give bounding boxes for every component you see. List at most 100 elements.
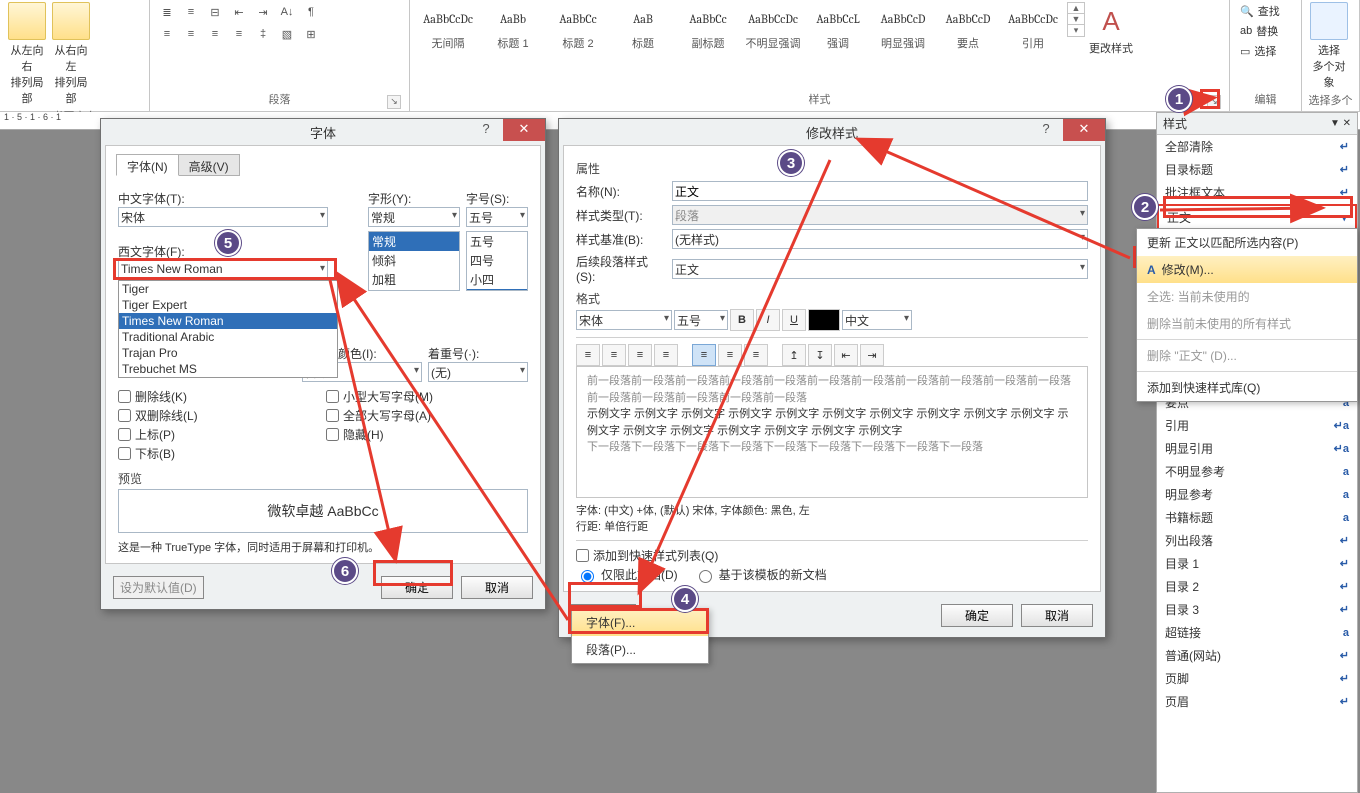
align-right-btn[interactable]: ≡ <box>628 344 652 366</box>
en-font-dropdown[interactable]: TigerTiger ExpertTimes New RomanTraditio… <box>118 280 338 378</box>
change-styles-button[interactable]: A 更改样式 <box>1087 2 1135 56</box>
style-item[interactable]: 引用↵a <box>1157 414 1357 437</box>
borders-icon[interactable]: ⊞ <box>300 24 322 44</box>
style-item[interactable]: 明显引用↵a <box>1157 437 1357 460</box>
tab-font[interactable]: 字体(N) <box>116 154 179 176</box>
format-popup-font[interactable]: 字体(F)... <box>572 609 708 636</box>
replace-button[interactable]: ab替换 <box>1236 22 1284 40</box>
font-ok-button[interactable]: 确定 <box>381 576 453 599</box>
ls-1-btn[interactable]: ≡ <box>692 344 716 366</box>
sort-icon[interactable]: A↓ <box>276 2 298 22</box>
modify-ok-button[interactable]: 确定 <box>941 604 1013 627</box>
outdent-icon[interactable]: ⇤ <box>228 2 250 22</box>
styles-launcher-icon[interactable]: ↘ <box>1207 95 1221 109</box>
sample-lang-combo[interactable]: 中文 <box>842 310 912 330</box>
style-item[interactable]: 目录 1↵ <box>1157 552 1357 575</box>
ltr-button[interactable]: 从左向右排列局部 <box>6 2 48 106</box>
underline-icon[interactable]: U <box>782 309 806 331</box>
sample-font-combo[interactable]: 宋体 <box>576 310 672 330</box>
cn-font-combo[interactable]: 宋体 <box>118 207 328 227</box>
style-item[interactable]: 全部清除↵ <box>1157 135 1357 158</box>
style-item[interactable]: 不明显参考a <box>1157 460 1357 483</box>
style-item[interactable]: 页眉↵ <box>1157 690 1357 713</box>
indent-icon[interactable]: ⇥ <box>252 2 274 22</box>
style-gallery-item[interactable]: AaBbCcL强调 <box>806 2 870 58</box>
next-combo[interactable]: 正文 <box>672 259 1088 279</box>
style-item[interactable]: 明显参考a <box>1157 483 1357 506</box>
style-gallery-item[interactable]: AaBbCc标题 2 <box>546 2 610 58</box>
font-color-icon[interactable] <box>808 309 840 331</box>
modify-dialog-help-icon[interactable]: ? <box>1033 119 1059 141</box>
size-listbox[interactable]: 五号四号小四五号 <box>466 231 528 291</box>
ctx-add-quick[interactable]: 添加到快速样式库(Q) <box>1137 374 1357 401</box>
indent-right-btn[interactable]: ⇥ <box>860 344 884 366</box>
en-font-combo[interactable]: Times New Roman <box>118 260 328 280</box>
align-center-icon[interactable]: ≡ <box>180 24 202 44</box>
style-listbox[interactable]: 常规倾斜加粗 <box>368 231 460 291</box>
style-item[interactable]: 目录标题↵ <box>1157 158 1357 181</box>
show-marks-icon[interactable]: ¶ <box>300 2 322 22</box>
radio-template[interactable]: 基于该模板的新文档 <box>694 566 827 583</box>
style-item[interactable]: 页脚↵ <box>1157 667 1357 690</box>
style-item[interactable]: 列出段落↵ <box>1157 529 1357 552</box>
select-objects-button[interactable]: 选择多个对象 <box>1308 2 1350 90</box>
find-button[interactable]: 🔍查找 <box>1236 2 1284 20</box>
align-right-icon[interactable]: ≡ <box>204 24 226 44</box>
shading-icon[interactable]: ▧ <box>276 24 298 44</box>
chk-subscript[interactable]: 下标(B) <box>118 445 320 462</box>
style-gallery-item[interactable]: AaBbCcDc引用 <box>1001 2 1065 58</box>
line-spacing-icon[interactable]: ‡ <box>252 24 274 44</box>
style-item[interactable]: 目录 2↵ <box>1157 575 1357 598</box>
chk-add-quick[interactable]: 添加到快速样式列表(Q) <box>576 547 1088 564</box>
chk-strikethrough[interactable]: 删除线(K) <box>118 388 320 405</box>
gallery-scroll[interactable]: ▲▼▾ <box>1067 2 1085 37</box>
rtl-button[interactable]: 从右向左排列局部 <box>50 2 92 106</box>
chk-double-strike[interactable]: 双删除线(L) <box>118 407 320 424</box>
style-input[interactable]: 常规 <box>368 207 460 227</box>
chk-all-caps[interactable]: 全部大写字母(A) <box>326 407 528 424</box>
select-button[interactable]: ▭选择 <box>1236 42 1284 60</box>
italic-icon[interactable]: I <box>756 309 780 331</box>
chk-superscript[interactable]: 上标(P) <box>118 426 320 443</box>
style-item[interactable]: 超链接a <box>1157 621 1357 644</box>
indent-left-btn[interactable]: ⇤ <box>834 344 858 366</box>
style-item[interactable]: 批注框文本↵ <box>1157 181 1357 204</box>
style-item[interactable]: 书籍标题a <box>1157 506 1357 529</box>
font-dialog-help-icon[interactable]: ? <box>473 119 499 141</box>
bullets-icon[interactable]: ≣ <box>156 2 178 22</box>
multilevel-icon[interactable]: ⊟ <box>204 2 226 22</box>
styles-gallery[interactable]: AaBbCcDc无间隔AaBb标题 1AaBbCc标题 2AaB标题AaBbCc… <box>416 2 1065 58</box>
font-dialog-close-icon[interactable]: ✕ <box>503 119 545 141</box>
align-center-btn[interactable]: ≡ <box>602 344 626 366</box>
sample-size-combo[interactable]: 五号 <box>674 310 728 330</box>
bold-icon[interactable]: B <box>730 309 754 331</box>
justify-btn[interactable]: ≡ <box>654 344 678 366</box>
name-input[interactable] <box>672 181 1088 201</box>
set-default-button[interactable]: 设为默认值(D) <box>113 576 204 599</box>
font-cancel-button[interactable]: 取消 <box>461 576 533 599</box>
para-launcher-icon[interactable]: ↘ <box>387 95 401 109</box>
align-left-btn[interactable]: ≡ <box>576 344 600 366</box>
styles-pane-dropdown-icon[interactable]: ▼ ✕ <box>1330 118 1351 129</box>
style-gallery-item[interactable]: AaBbCcD明显强调 <box>871 2 935 58</box>
space-after-btn[interactable]: ↧ <box>808 344 832 366</box>
space-before-btn[interactable]: ↥ <box>782 344 806 366</box>
style-gallery-item[interactable]: AaBbCcDc无间隔 <box>416 2 480 58</box>
chk-small-caps[interactable]: 小型大写字母(M) <box>326 388 528 405</box>
align-left-icon[interactable]: ≡ <box>156 24 178 44</box>
ls-15-btn[interactable]: ≡ <box>718 344 742 366</box>
style-item-selected[interactable]: 正文▾ <box>1157 204 1357 231</box>
style-gallery-item[interactable]: AaBb标题 1 <box>481 2 545 58</box>
style-gallery-item[interactable]: AaBbCcD要点 <box>936 2 1000 58</box>
ctx-modify[interactable]: A修改(M)... <box>1137 256 1357 283</box>
ls-2-btn[interactable]: ≡ <box>744 344 768 366</box>
modify-cancel-button[interactable]: 取消 <box>1021 604 1093 627</box>
justify-icon[interactable]: ≡ <box>228 24 250 44</box>
style-item[interactable]: 普通(网站)↵ <box>1157 644 1357 667</box>
chk-hidden[interactable]: 隐藏(H) <box>326 426 528 443</box>
numbering-icon[interactable]: ≡ <box>180 2 202 22</box>
style-item[interactable]: 目录 3↵ <box>1157 598 1357 621</box>
size-input[interactable]: 五号 <box>466 207 528 227</box>
emphasis-combo[interactable]: (无) <box>428 362 528 382</box>
modify-dialog-close-icon[interactable]: ✕ <box>1063 119 1105 141</box>
